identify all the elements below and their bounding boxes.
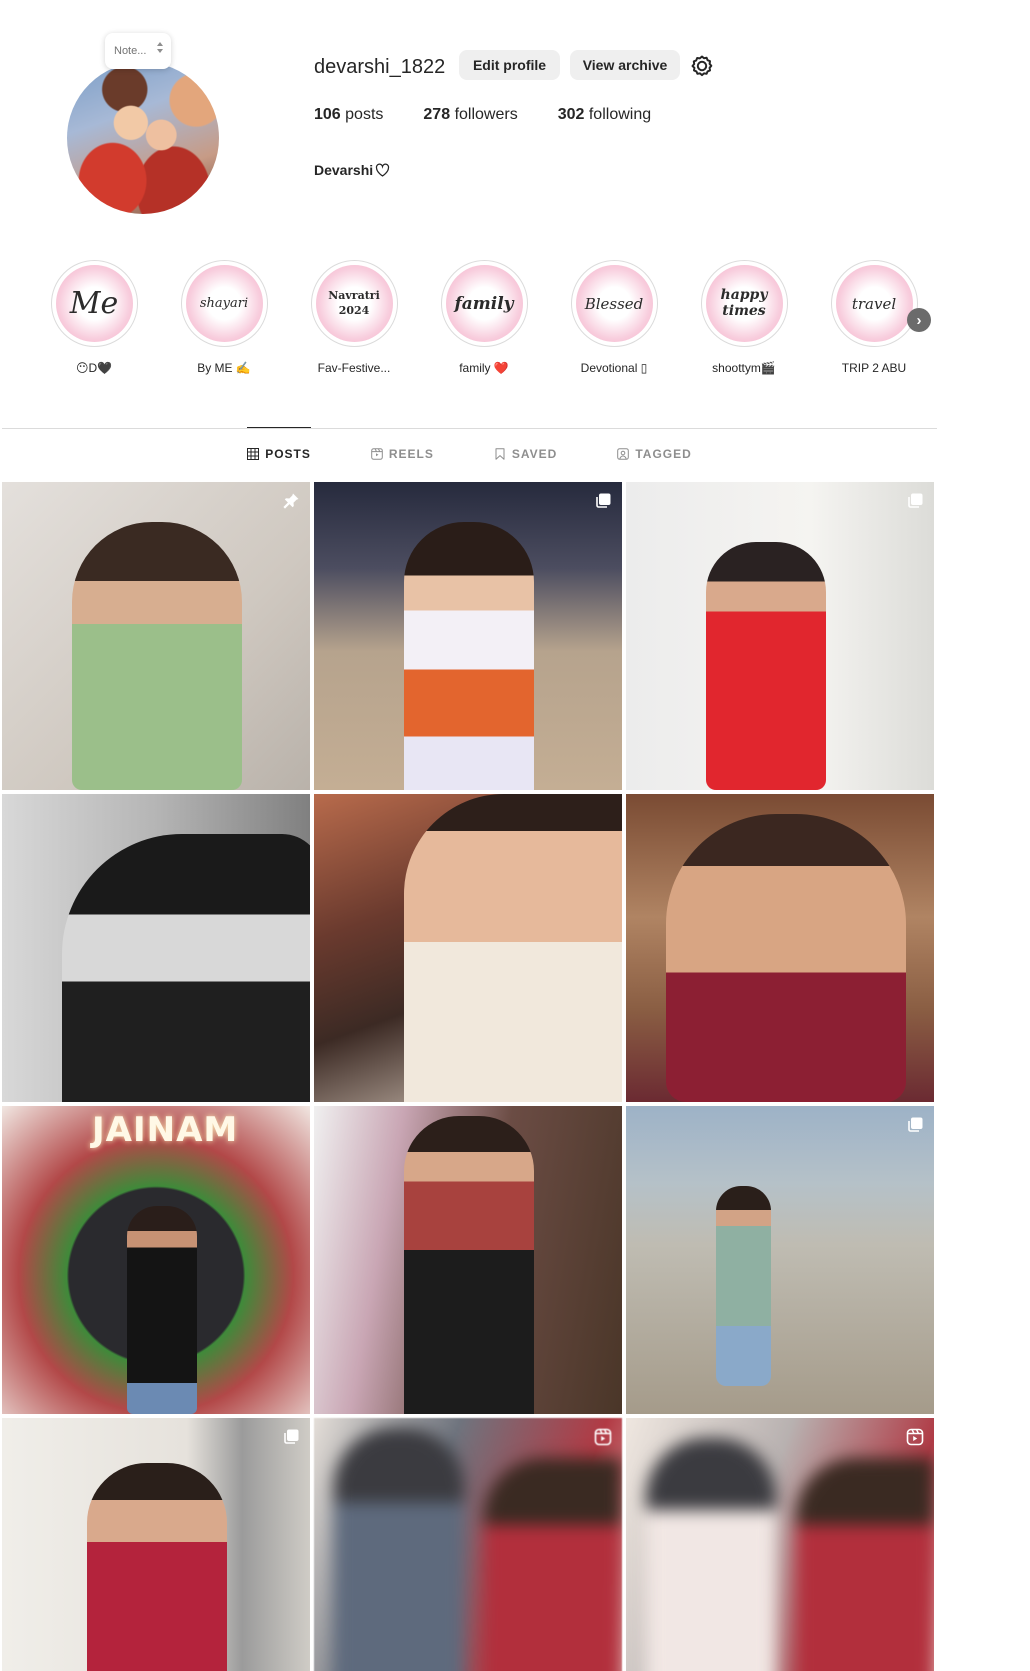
highlight-ring: Blessed xyxy=(570,260,658,347)
followers-count: 278 xyxy=(423,106,451,123)
following-label: following xyxy=(588,106,652,123)
highlight-ring: Navratri 2024 xyxy=(310,260,398,347)
following-count: 302 xyxy=(557,106,585,123)
bookmark-icon xyxy=(495,447,505,460)
post-tile[interactable] xyxy=(2,794,310,1102)
heart-outline-icon xyxy=(376,163,390,177)
post-tile[interactable] xyxy=(626,1418,934,1671)
highlight-label: Devotional ▯ xyxy=(580,361,648,375)
grid-icon xyxy=(247,447,260,460)
highlight-ring: travel xyxy=(830,260,918,347)
highlight-ring: family xyxy=(440,260,528,347)
tab-tagged[interactable]: TAGGED xyxy=(617,427,691,479)
tab-saved[interactable]: SAVED xyxy=(494,427,557,479)
note-scroll-icon xyxy=(157,42,163,53)
reels-icon xyxy=(371,447,383,460)
post-tile[interactable] xyxy=(314,482,622,790)
post-photo xyxy=(87,1463,227,1671)
post-photo xyxy=(72,522,242,790)
post-tile[interactable] xyxy=(314,1418,622,1671)
pin-icon xyxy=(283,493,299,509)
highlight-label: By ME ✍️ xyxy=(197,361,251,375)
post-photo xyxy=(334,1428,464,1671)
highlight-cover: Blessed xyxy=(575,265,653,342)
post-tile[interactable] xyxy=(626,482,934,790)
posts-count: 106 xyxy=(314,106,341,123)
reel-icon xyxy=(906,1428,924,1446)
highlight-label: 😶D🖤 xyxy=(75,361,113,375)
story-highlights: Me 😶D🖤 shayari By ME ✍️ Navratri 2024 Fa… xyxy=(44,260,944,380)
highlight-label: shoottym🎬 xyxy=(712,361,776,375)
post-photo xyxy=(404,1116,534,1414)
profile-tabs: POSTS REELS SAVED TAGGED xyxy=(2,427,937,479)
carousel-icon xyxy=(284,1429,299,1444)
post-photo xyxy=(716,1186,771,1386)
highlight-cover: Me xyxy=(55,265,133,342)
highlight-label: Fav-Festive... xyxy=(317,361,391,375)
profile-username: devarshi_1822 xyxy=(314,56,446,78)
tab-posts-label: POSTS xyxy=(265,446,311,461)
highlight-ring: shayari xyxy=(180,260,268,347)
tab-posts[interactable]: POSTS xyxy=(247,427,311,479)
carousel-icon xyxy=(908,493,923,508)
post-photo xyxy=(646,1438,776,1671)
profile-avatar[interactable] xyxy=(67,62,219,214)
post-photo xyxy=(796,1458,934,1671)
posts-grid: JAINAM xyxy=(2,482,934,1671)
followers-stat[interactable]: 278 followers xyxy=(423,106,517,124)
highlight-devotional[interactable]: Blessed Devotional ▯ xyxy=(564,260,664,375)
profile-stats: 106 posts 278 followers 302 following xyxy=(314,106,651,124)
post-tile[interactable] xyxy=(2,482,310,790)
note-bubble[interactable]: Note... xyxy=(105,33,171,69)
highlight-ring: happy times xyxy=(700,260,788,347)
note-placeholder: Note... xyxy=(114,45,147,57)
post-tile[interactable] xyxy=(314,1106,622,1414)
view-archive-button[interactable]: View archive xyxy=(570,50,680,80)
post-tile[interactable]: JAINAM xyxy=(2,1106,310,1414)
post-photo xyxy=(706,542,826,790)
reel-icon xyxy=(594,1428,612,1446)
post-photo xyxy=(62,834,310,1102)
highlight-shoottym[interactable]: happy times shoottym🎬 xyxy=(694,260,794,375)
post-photo xyxy=(404,522,534,790)
carousel-icon xyxy=(596,493,611,508)
highlight-by-me[interactable]: shayari By ME ✍️ xyxy=(174,260,274,375)
highlight-label: family ❤️ xyxy=(459,361,509,375)
highlight-label: TRIP 2 ABU xyxy=(841,361,907,375)
following-stat[interactable]: 302 following xyxy=(558,106,651,124)
highlights-next-chevron-icon[interactable]: › xyxy=(907,308,931,332)
tab-reels[interactable]: REELS xyxy=(371,427,434,479)
highlight-cover: happy times xyxy=(705,265,783,342)
highlight-ring: Me xyxy=(50,260,138,347)
highlight-fav-festive[interactable]: Navratri 2024 Fav-Festive... xyxy=(304,260,404,375)
post-tile[interactable] xyxy=(2,1418,310,1671)
highlight-cover: family xyxy=(445,265,523,342)
post-photo xyxy=(666,814,906,1102)
posts-label: posts xyxy=(345,106,384,123)
post-photo xyxy=(484,1458,622,1671)
highlight-cover: Navratri 2024 xyxy=(315,265,393,342)
post-photo xyxy=(404,794,622,1102)
tagged-icon xyxy=(617,447,630,460)
post-tile[interactable] xyxy=(626,794,934,1102)
post-photo xyxy=(127,1206,197,1414)
jainam-neon-sign: JAINAM xyxy=(92,1110,239,1150)
profile-full-name: Devarshi xyxy=(314,162,390,178)
settings-gear-icon[interactable] xyxy=(690,54,714,78)
tab-saved-label: SAVED xyxy=(511,446,558,461)
highlight-cover: shayari xyxy=(185,265,263,342)
tab-reels-label: REELS xyxy=(388,446,434,461)
highlight-me[interactable]: Me 😶D🖤 xyxy=(44,260,144,375)
post-tile[interactable] xyxy=(626,1106,934,1414)
highlight-family[interactable]: family family ❤️ xyxy=(434,260,534,375)
post-tile[interactable] xyxy=(314,794,622,1102)
carousel-icon xyxy=(908,1117,923,1132)
tab-tagged-label: TAGGED xyxy=(635,446,692,461)
highlight-cover: travel xyxy=(835,265,913,342)
full-name-text: Devarshi xyxy=(314,162,374,178)
posts-stat: 106 posts xyxy=(314,106,383,124)
edit-profile-button[interactable]: Edit profile xyxy=(459,50,560,80)
followers-label: followers xyxy=(454,106,518,123)
